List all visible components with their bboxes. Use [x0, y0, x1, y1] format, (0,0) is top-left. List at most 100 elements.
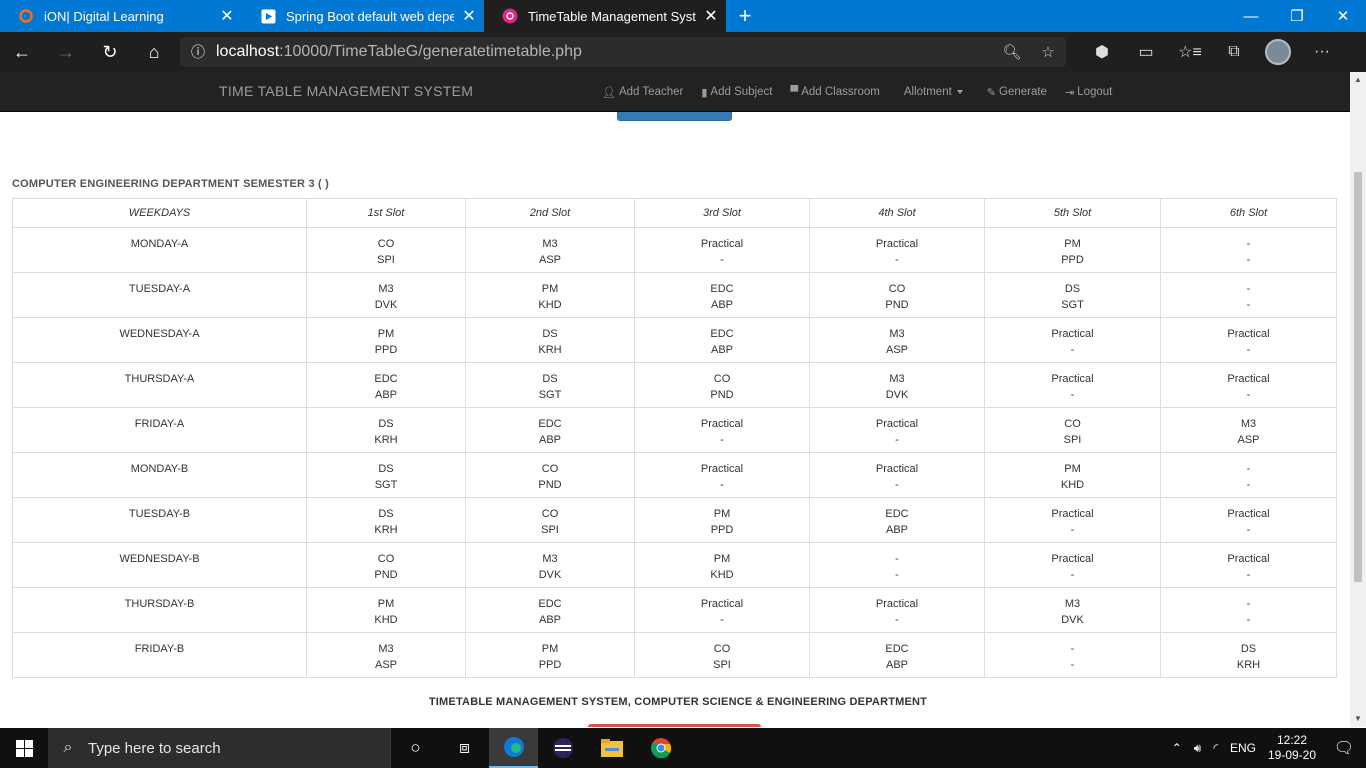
- close-icon[interactable]: ✕: [454, 6, 484, 26]
- slot-cell: Practical -: [634, 227, 810, 273]
- extension-cube-icon[interactable]: ⬢: [1080, 32, 1124, 72]
- back-icon[interactable]: ←: [0, 32, 44, 72]
- weekday-cell: THURSDAY-A: [12, 362, 307, 408]
- favorites-icon[interactable]: ☆≡: [1168, 32, 1212, 72]
- weekday-cell: FRIDAY-B: [12, 632, 307, 678]
- slot-subject: CO: [1064, 418, 1081, 430]
- refresh-icon[interactable]: ↻: [88, 32, 132, 72]
- slot-subject: CO: [377, 553, 395, 565]
- slot-cell: EDC ABP: [306, 362, 466, 408]
- slot-subject: M3: [1240, 418, 1257, 430]
- browser-tab-bar: iON| Digital Learning ✕ Spring Boot defa…: [0, 0, 1366, 32]
- address-bar[interactable]: ⓘ localhost:10000/TimeTableG/generatetim…: [180, 37, 1066, 67]
- slot-teacher: -: [1246, 254, 1251, 266]
- nav-logout[interactable]: ⇥ Logout: [1059, 86, 1124, 99]
- close-window-icon[interactable]: ✕: [1320, 0, 1366, 32]
- slot-subject: Practical: [1227, 553, 1270, 565]
- slot-teacher: -: [1246, 344, 1251, 356]
- slot-teacher: KRH: [1236, 659, 1261, 671]
- site-brand[interactable]: TIME TABLE MANAGEMENT SYSTEM: [219, 83, 473, 99]
- close-icon[interactable]: ✕: [696, 6, 726, 26]
- department-title: COMPUTER ENGINEERING DEPARTMENT SEMESTER…: [12, 178, 330, 190]
- slot-teacher: ABP: [885, 659, 908, 671]
- clock[interactable]: 12:22 19-09-20: [1262, 733, 1322, 763]
- slot-subject: DS: [378, 508, 394, 520]
- restore-icon[interactable]: ❐: [1274, 0, 1320, 32]
- slot-subject: CO: [888, 283, 906, 295]
- slot-cell: EDC ABP: [465, 407, 635, 453]
- table-row: MONDAY-A CO SPI M3 ASP Practical - Practical - PM…: [12, 227, 1337, 273]
- tab-title: TimeTable Management System: [528, 8, 696, 24]
- slot-cell: DS KRH: [306, 497, 466, 543]
- file-explorer-icon[interactable]: [587, 728, 636, 768]
- nav-add-subject[interactable]: ▮ Add Subject: [695, 86, 784, 99]
- more-menu-icon[interactable]: ···: [1300, 32, 1344, 72]
- nav-generate[interactable]: ✎ Generate: [975, 86, 1059, 99]
- slot-teacher: -: [1070, 344, 1075, 356]
- slot-teacher: ASP: [885, 344, 908, 356]
- slot-cell: DS SGT: [306, 452, 466, 498]
- collections-icon[interactable]: ⧉: [1212, 32, 1256, 72]
- scroll-up-icon[interactable]: ▲: [1350, 72, 1366, 88]
- slot-cell: Practical -: [1160, 542, 1337, 588]
- forward-icon[interactable]: →: [44, 32, 88, 72]
- slot-subject: -: [1246, 463, 1251, 475]
- partial-red-button[interactable]: [588, 724, 761, 727]
- chrome-icon[interactable]: [636, 728, 685, 768]
- language-indicator[interactable]: ENG: [1224, 741, 1262, 755]
- url-path: :10000/TimeTableG/generatetimetable.php: [279, 43, 582, 60]
- slot-cell: PM KHD: [465, 272, 635, 318]
- tab-spring-boot[interactable]: Spring Boot default web depend ✕: [242, 0, 484, 32]
- page-scrollbar[interactable]: ▲ ▼: [1350, 72, 1366, 727]
- extension-printer-icon[interactable]: ▭: [1124, 32, 1168, 72]
- nav-allotment-dropdown[interactable]: Allotment: [892, 86, 975, 98]
- system-tray: ⌃ 🔊︎ ◜ ENG 12:22 19-09-20 🗨︎: [1166, 728, 1366, 768]
- slot-cell: PM PPD: [634, 497, 810, 543]
- slot-cell: --: [1160, 272, 1337, 318]
- slot-teacher: -: [720, 434, 724, 446]
- eclipse-icon[interactable]: [538, 728, 587, 768]
- clock-date: 19-09-20: [1267, 748, 1317, 762]
- slot-subject: PM: [541, 283, 559, 295]
- favorite-star-icon[interactable]: ☆: [1030, 37, 1066, 67]
- slot-subject: Practical: [875, 238, 919, 250]
- nav-label: Add Subject: [710, 86, 773, 98]
- slot-subject: DS: [378, 463, 394, 475]
- chevron-up-icon[interactable]: ⌃: [1166, 741, 1188, 755]
- new-tab-icon[interactable]: +: [730, 0, 760, 32]
- notification-icon[interactable]: 🗨︎: [1322, 738, 1366, 758]
- slot-teacher: ASP: [1237, 434, 1260, 446]
- slot-cell: Practical -: [809, 452, 985, 498]
- scrollbar-thumb[interactable]: [1354, 172, 1362, 582]
- cortana-icon[interactable]: ○: [391, 728, 440, 768]
- info-icon[interactable]: ⓘ: [180, 42, 216, 62]
- zoom-icon[interactable]: 🔍︎: [994, 37, 1030, 67]
- start-button[interactable]: [0, 728, 48, 768]
- partial-blue-button[interactable]: [617, 112, 732, 121]
- profile-avatar[interactable]: [1256, 32, 1300, 72]
- tab-title: iON| Digital Learning: [44, 8, 164, 24]
- slot-cell: EDC ABP: [809, 497, 985, 543]
- network-icon[interactable]: ◜: [1207, 741, 1224, 755]
- close-icon[interactable]: ✕: [212, 6, 242, 26]
- scroll-down-icon[interactable]: ▼: [1350, 711, 1366, 727]
- tab-timetable[interactable]: TimeTable Management System ✕: [484, 0, 726, 32]
- nav-add-teacher[interactable]: 👤︎ Add Teacher: [596, 86, 695, 99]
- minimize-icon[interactable]: —: [1228, 0, 1274, 32]
- slot-subject: M3: [542, 553, 558, 565]
- task-view-icon[interactable]: ⧈: [440, 728, 489, 768]
- slot-subject: CO: [541, 463, 559, 475]
- taskbar-search-box[interactable]: ⌕ Type here to search: [48, 728, 391, 768]
- slot-cell: PM KHD: [984, 452, 1161, 498]
- tab-ion[interactable]: iON| Digital Learning ✕: [0, 0, 242, 32]
- home-icon[interactable]: ⌂: [132, 32, 176, 72]
- nav-add-classroom[interactable]: ▀ Add Classroom: [784, 86, 891, 98]
- book-icon: ▮: [701, 86, 708, 99]
- slot-cell: M3 DVK: [306, 272, 466, 318]
- slot-subject: DS: [542, 373, 558, 385]
- edge-icon[interactable]: [489, 728, 538, 768]
- slot-cell: Practical -: [634, 452, 810, 498]
- volume-icon[interactable]: 🔊︎: [1188, 741, 1208, 756]
- slot-teacher: -: [895, 614, 899, 626]
- weekday-cell: WEDNESDAY-A: [12, 317, 307, 363]
